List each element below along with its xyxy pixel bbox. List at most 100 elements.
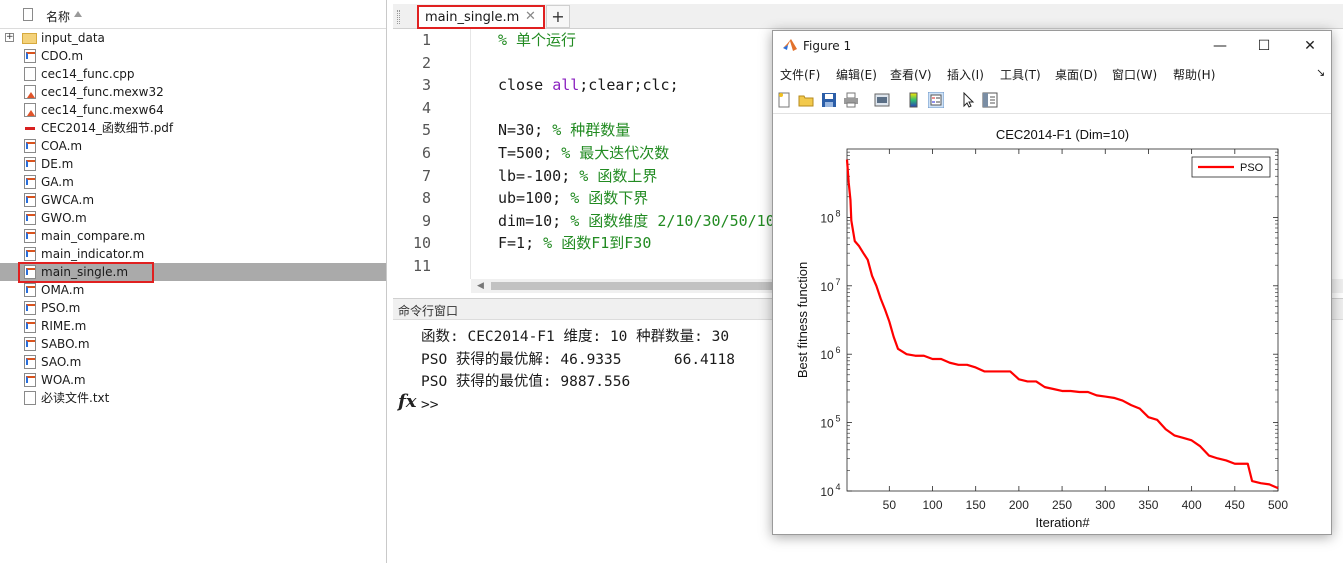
command-output[interactable]: 函数: CEC2014-F1 维度: 10 种群数量: 30 PSO 获得的最优… (421, 326, 735, 416)
code-comment: % 种群数量 (552, 121, 631, 140)
file-list-item[interactable]: main_indicator.m (0, 245, 386, 263)
convergence-chart[interactable]: 50 100 150 200 250 300 350 400 450 50010 410 510 610… (773, 115, 1331, 534)
m-file-icon (24, 247, 36, 261)
output-line: PSO 获得的最优值: 9887.556 (421, 374, 631, 390)
legend-icon[interactable] (928, 92, 944, 108)
colorbar-icon[interactable] (906, 92, 922, 108)
code-text: ;clear;clc; (579, 76, 679, 95)
m-file-icon (24, 301, 36, 315)
menu-tools[interactable]: 工具(T) (1000, 66, 1041, 83)
link-plot-icon[interactable] (874, 92, 890, 108)
x-axis-label: Iteration# (1035, 515, 1090, 530)
file-list: + input_data CDO.m cec14_func.cpp cec14_func… (0, 29, 386, 407)
menu-view[interactable]: 查看(V) (890, 66, 932, 83)
close-icon[interactable]: ✕ (525, 9, 536, 24)
file-list-item[interactable]: SABO.m (0, 335, 386, 353)
file-list-item[interactable]: 必读文件.txt (0, 389, 386, 407)
figure-menubar: 文件(F) 编辑(E) 查看(V) 插入(I) 工具(T) 桌面(D) 窗口(W… (773, 62, 1331, 86)
expand-icon[interactable]: + (5, 33, 14, 42)
pdf-file-icon (24, 121, 36, 135)
figure-canvas[interactable]: 50 100 150 200 250 300 350 400 450 500 10 4 10 5 10 6 10… (773, 115, 1331, 534)
file-list-item[interactable]: main_single.m (0, 263, 386, 281)
menu-window[interactable]: 窗口(W) (1112, 66, 1157, 83)
output-line: PSO 获得的最优解: 46.9335 66.4118 (421, 351, 735, 368)
file-name: 必读文件.txt (41, 391, 110, 405)
x-tick-label: 400 (1182, 498, 1202, 512)
menu-insert[interactable]: 插入(I) (947, 66, 984, 83)
line-number: 6 (421, 143, 431, 162)
print-icon[interactable] (843, 92, 859, 108)
plot-area[interactable] (846, 148, 1279, 492)
file-list-item[interactable]: WOA.m (0, 371, 386, 389)
open-icon[interactable] (798, 92, 814, 108)
legend-label: PSO (1240, 162, 1264, 174)
m-file-icon (24, 139, 36, 153)
y-tick-exponent: 5 (835, 414, 840, 424)
x-tick-label: 100 (922, 498, 942, 512)
file-list-item[interactable]: GWCA.m (0, 191, 386, 209)
file-list-header[interactable]: 名称 (0, 0, 386, 29)
line-number-gutter: 1 2 3 4 5 6 7 8 9 10 11 (393, 29, 471, 279)
save-icon[interactable] (821, 92, 837, 108)
file-name: main_indicator.m (41, 247, 145, 261)
line-number: 3 (421, 76, 431, 95)
command-prompt[interactable]: >> (421, 394, 735, 417)
drag-grip-icon[interactable] (397, 10, 400, 24)
code-comment: % 最大迭代次数 (561, 143, 670, 162)
minimize-button[interactable]: — (1207, 35, 1233, 57)
x-tick-label: 300 (1095, 498, 1115, 512)
file-name: RIME.m (41, 319, 87, 333)
folder-icon (22, 33, 37, 44)
code-text: T=500; (498, 143, 562, 162)
file-list-item[interactable]: SAO.m (0, 353, 386, 371)
code-keyword: all (552, 76, 580, 95)
editor-tab-main-single[interactable]: main_single.m ✕ (417, 5, 545, 29)
line-number: 10 (412, 234, 431, 253)
file-list-item[interactable]: PSO.m (0, 299, 386, 317)
scroll-left-icon[interactable]: ◀ (477, 281, 484, 291)
file-list-item[interactable]: GA.m (0, 173, 386, 191)
file-list-item[interactable]: cec14_func.mexw64 (0, 101, 386, 119)
x-tick-label: 250 (1052, 498, 1072, 512)
matlab-logo-icon (783, 39, 797, 51)
file-name: GWCA.m (41, 193, 95, 207)
file-list-item[interactable]: CEC2014_函数细节.pdf (0, 119, 386, 137)
file-name: OMA.m (41, 283, 85, 297)
menu-edit[interactable]: 编辑(E) (836, 66, 877, 83)
x-tick-label: 350 (1138, 498, 1158, 512)
menu-desktop[interactable]: 桌面(D) (1055, 66, 1098, 83)
file-list-item[interactable]: DE.m (0, 155, 386, 173)
m-file-icon (24, 229, 36, 243)
file-list-item[interactable]: CDO.m (0, 47, 386, 65)
name-column-header[interactable]: 名称 (46, 8, 70, 25)
file-list-item[interactable]: cec14_func.cpp (0, 65, 386, 83)
file-list-item[interactable]: GWO.m (0, 209, 386, 227)
property-editor-icon[interactable] (982, 92, 998, 108)
file-list-item[interactable]: + input_data (0, 29, 386, 47)
file-name: input_data (41, 31, 105, 45)
new-figure-icon[interactable] (776, 92, 792, 108)
new-tab-button[interactable]: + (546, 5, 570, 28)
mex-file-icon (24, 103, 36, 117)
menu-file[interactable]: 文件(F) (780, 66, 820, 83)
pointer-icon[interactable] (960, 92, 976, 108)
file-list-item[interactable]: RIME.m (0, 317, 386, 335)
menu-help[interactable]: 帮助(H) (1173, 66, 1215, 83)
x-tick-label: 200 (1009, 498, 1029, 512)
menu-overflow-icon[interactable]: ↘ (1316, 66, 1325, 79)
figure-titlebar[interactable]: Figure 1 — ☐ ✕ (773, 31, 1331, 61)
command-window-title: 命令行窗口 (398, 304, 459, 318)
file-list-item[interactable]: COA.m (0, 137, 386, 155)
file-list-item[interactable]: cec14_func.mexw32 (0, 83, 386, 101)
function-browser-icon[interactable]: fx (398, 391, 416, 412)
file-name: SAO.m (41, 355, 82, 369)
file-list-item[interactable]: main_compare.m (0, 227, 386, 245)
code-text: close (498, 76, 553, 95)
code-comment: % 函数维度 2/10/30/50/100 (570, 211, 784, 230)
close-button[interactable]: ✕ (1297, 35, 1323, 57)
code-text: ub=100; (498, 189, 571, 208)
figure-window[interactable]: Figure 1 — ☐ ✕ 文件(F) 编辑(E) 查看(V) 插入(I) 工… (772, 30, 1332, 535)
file-list-item[interactable]: OMA.m (0, 281, 386, 299)
maximize-button[interactable]: ☐ (1251, 35, 1277, 57)
code-comment: % 函数下界 (570, 189, 649, 208)
